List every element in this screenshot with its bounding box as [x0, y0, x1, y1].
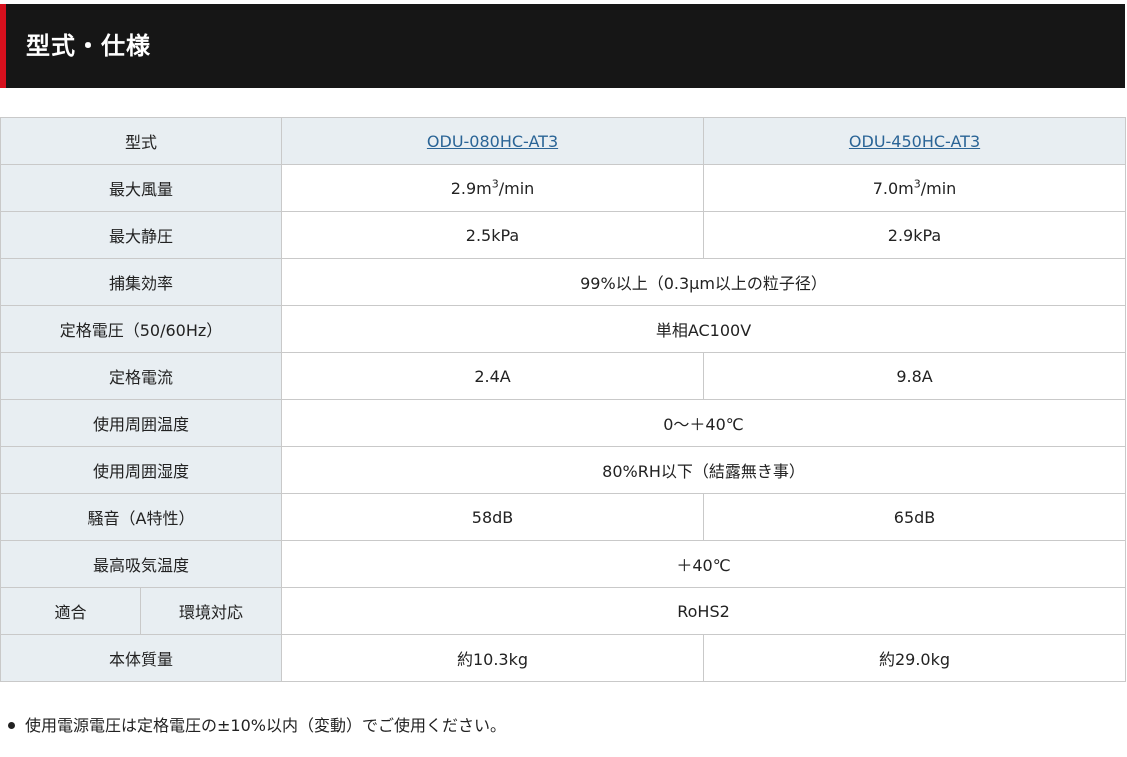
section-title: 型式・仕様 [26, 32, 151, 60]
row-value: 9.8A [703, 352, 1127, 400]
table-row: 使用周囲湿度 80%RH以下（結露無き事） [0, 446, 1127, 494]
spec-table: 型式 ODU-080HC-AT3 ODU-450HC-AT3 最大風量 2.9m… [0, 117, 1127, 682]
table-row: 定格電圧（50/60Hz） 単相AC100V [0, 305, 1127, 353]
row-label: 定格電流 [0, 352, 283, 400]
row-value: 80%RH以下（結露無き事） [281, 446, 1127, 494]
row-label: 最大静圧 [0, 211, 283, 259]
row-label: 定格電圧（50/60Hz） [0, 305, 283, 353]
row-label: 使用周囲温度 [0, 399, 283, 447]
table-row: 本体質量 約10.3kg 約29.0kg [0, 634, 1127, 682]
header-label: 型式 [0, 117, 283, 165]
model-cell: ODU-450HC-AT3 [703, 117, 1127, 165]
row-value: 2.4A [281, 352, 705, 400]
row-value: ＋40℃ [281, 540, 1127, 588]
row-label-group: 適合 [0, 587, 141, 635]
row-value: 2.9m3/min [281, 164, 705, 212]
row-label: 使用周囲湿度 [0, 446, 283, 494]
row-label: 騒音（A特性） [0, 493, 283, 541]
section-header: 型式・仕様 [0, 4, 1125, 88]
table-row: 騒音（A特性） 58dB 65dB [0, 493, 1127, 541]
row-label: 本体質量 [0, 634, 283, 682]
row-value: 58dB [281, 493, 705, 541]
model-link-1[interactable]: ODU-080HC-AT3 [427, 132, 558, 151]
row-label: 最大風量 [0, 164, 283, 212]
row-value: RoHS2 [281, 587, 1127, 635]
table-row: 最高吸気温度 ＋40℃ [0, 540, 1127, 588]
table-row: 定格電流 2.4A 9.8A [0, 352, 1127, 400]
row-label: 環境対応 [139, 587, 283, 635]
row-label: 最高吸気温度 [0, 540, 283, 588]
table-row: 最大風量 2.9m3/min 7.0m3/min [0, 164, 1127, 212]
row-value: 99%以上（0.3μm以上の粒子径） [281, 258, 1127, 306]
model-cell: ODU-080HC-AT3 [281, 117, 705, 165]
model-link-2[interactable]: ODU-450HC-AT3 [849, 132, 980, 151]
table-row: 使用周囲温度 0～＋40℃ [0, 399, 1127, 447]
row-value: 0～＋40℃ [281, 399, 1127, 447]
row-value: 約10.3kg [281, 634, 705, 682]
row-value: 2.5kPa [281, 211, 705, 259]
table-row: 捕集効率 99%以上（0.3μm以上の粒子径） [0, 258, 1127, 306]
bullet-icon [8, 721, 15, 729]
footnote-text: 使用電源電圧は定格電圧の±10%以内（変動）でご使用ください。 [25, 716, 506, 735]
table-header-row: 型式 ODU-080HC-AT3 ODU-450HC-AT3 [0, 117, 1127, 165]
row-value: 2.9kPa [703, 211, 1127, 259]
row-value: 単相AC100V [281, 305, 1127, 353]
row-value: 7.0m3/min [703, 164, 1127, 212]
footnote: 使用電源電圧は定格電圧の±10%以内（変動）でご使用ください。 [8, 714, 506, 738]
table-row: 適合 環境対応 RoHS2 [0, 587, 1127, 635]
table-row: 最大静圧 2.5kPa 2.9kPa [0, 211, 1127, 259]
row-label: 捕集効率 [0, 258, 283, 306]
row-value: 約29.0kg [703, 634, 1127, 682]
row-value: 65dB [703, 493, 1127, 541]
